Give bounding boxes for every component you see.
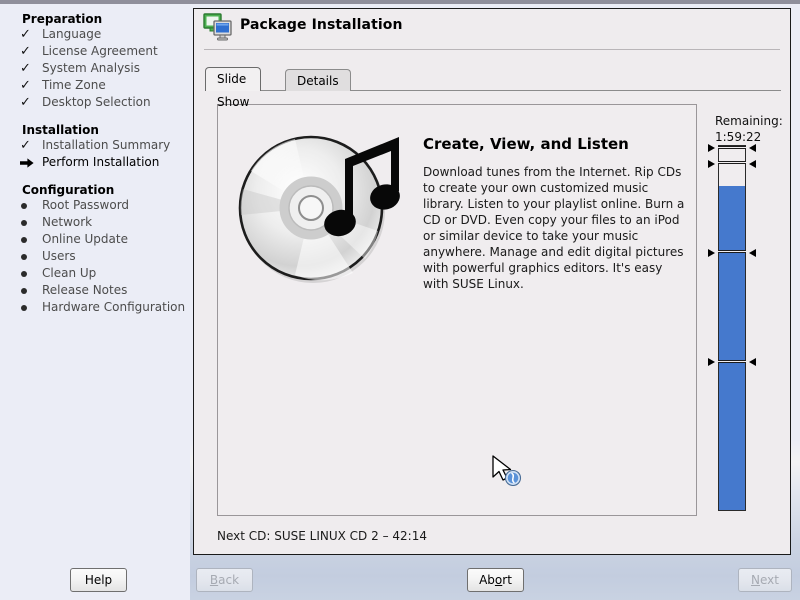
next-button[interactable]: Next [738, 568, 792, 592]
sidebar-section-heading: Configuration [22, 183, 115, 197]
sidebar-item-network: Network [0, 214, 190, 231]
sidebar-item-release-notes: Release Notes [0, 282, 190, 299]
marker-arrow-right-icon [749, 159, 756, 168]
marker-arrow-left-icon [708, 358, 715, 367]
package-installation-icon [203, 13, 233, 41]
installer-window: Preparation ✓ Language ✓ License Agreement ✓ S… [0, 0, 800, 600]
remaining-time-label: Remaining: 1:59:22 [715, 113, 783, 145]
page-title: Package Installation [240, 17, 403, 33]
sidebar-item-license-agreement: ✓ License Agreement [0, 43, 190, 60]
progress-fill [719, 186, 745, 510]
bullet-icon [20, 214, 36, 231]
sidebar-item-installation-summary: ✓ Installation Summary [0, 137, 190, 154]
check-icon: ✓ [20, 27, 31, 42]
bullet-icon [20, 265, 36, 282]
bullet-icon [20, 197, 36, 214]
cd-with-music-notes-illustration [233, 123, 418, 288]
marker-arrow-left-icon [708, 248, 715, 257]
sidebar-section-heading: Preparation [22, 12, 103, 26]
sidebar-item-root-password: Root Password [0, 197, 190, 214]
slide-title: Create, View, and Listen [423, 135, 629, 153]
check-icon: ✓ [20, 95, 31, 110]
sidebar-section-heading: Installation [22, 123, 99, 137]
tab-details[interactable]: Details [285, 69, 351, 91]
sidebar-item-perform-installation: Perform Installation [0, 154, 190, 171]
bullet-icon [20, 231, 36, 248]
check-icon: ✓ [20, 78, 31, 93]
sidebar-item-label: Language [42, 27, 102, 41]
marker-arrow-left-icon [708, 159, 715, 168]
installation-steps-sidebar: Preparation ✓ Language ✓ License Agreement ✓ S… [0, 4, 190, 600]
sidebar-item-label: License Agreement [42, 44, 158, 58]
remaining-time-value: 1:59:22 [715, 130, 762, 144]
sidebar-item-label: Clean Up [42, 266, 97, 280]
main-panel: Package Installation Slide Show Details [193, 8, 791, 555]
tab-slide-show[interactable]: Slide Show [205, 67, 262, 109]
sidebar-item-users: Users [0, 248, 190, 265]
tab-details-label: Details [297, 74, 339, 88]
bullet-icon [20, 282, 36, 299]
cd-boundary-marker [708, 248, 756, 257]
sidebar-item-label: Users [42, 249, 76, 263]
sidebar-item-label: Desktop Selection [42, 95, 151, 109]
sidebar-item-label: Hardware Configuration [42, 300, 186, 314]
cd-boundary-marker [708, 144, 756, 153]
slide-show-panel: Create, View, and Listen Download tunes … [217, 104, 697, 516]
window-header: Package Installation [194, 9, 790, 47]
sidebar-item-online-update: Online Update [0, 231, 190, 248]
abort-button[interactable]: Abort [467, 568, 524, 592]
bullet-icon [20, 248, 36, 265]
sidebar-item-label: Perform Installation [42, 155, 160, 169]
sidebar-item-label: Root Password [42, 198, 130, 212]
sidebar-item-language: ✓ Language [0, 26, 190, 43]
sidebar-item-label: Network [42, 215, 93, 229]
check-icon: ✓ [20, 44, 31, 59]
sidebar-item-time-zone: ✓ Time Zone [0, 77, 190, 94]
sidebar-item-label: Time Zone [42, 78, 106, 92]
sidebar-item-label: Online Update [42, 232, 128, 246]
check-icon: ✓ [20, 138, 31, 153]
sidebar-item-label: Installation Summary [42, 138, 171, 152]
back-button-label: Back [209, 573, 240, 587]
cd-boundary-marker [708, 159, 756, 168]
header-divider [204, 49, 780, 50]
sidebar-item-label: System Analysis [42, 61, 141, 75]
next-cd-status: Next CD: SUSE LINUX CD 2 – 42:14 [217, 529, 427, 543]
help-button-label: Help [84, 573, 113, 587]
bullet-icon [20, 299, 36, 316]
back-button[interactable]: Back [196, 568, 253, 592]
cd-boundary-marker [708, 358, 756, 367]
tab-slide-show-label: Slide Show [217, 72, 250, 109]
sidebar-item-clean-up: Clean Up [0, 265, 190, 282]
check-icon: ✓ [20, 61, 31, 76]
remaining-label-text: Remaining: [715, 114, 783, 128]
slide-body-text: Download tunes from the Internet. Rip CD… [423, 165, 685, 291]
marker-arrow-right-icon [749, 358, 756, 367]
next-button-label: Next [751, 573, 779, 587]
arrow-right-icon [20, 154, 36, 171]
marker-arrow-right-icon [749, 144, 756, 153]
sidebar-item-label: Release Notes [42, 283, 128, 297]
sidebar-item-desktop-selection: ✓ Desktop Selection [0, 94, 190, 111]
abort-button-label: Abort [479, 573, 512, 587]
marker-arrow-left-icon [708, 144, 715, 153]
help-button[interactable]: Help [70, 568, 127, 592]
installation-progress-gauge [708, 144, 756, 511]
marker-arrow-right-icon [749, 248, 756, 257]
sidebar-item-system-analysis: ✓ System Analysis [0, 60, 190, 77]
sidebar-item-hardware-configuration: Hardware Configuration [0, 299, 190, 316]
